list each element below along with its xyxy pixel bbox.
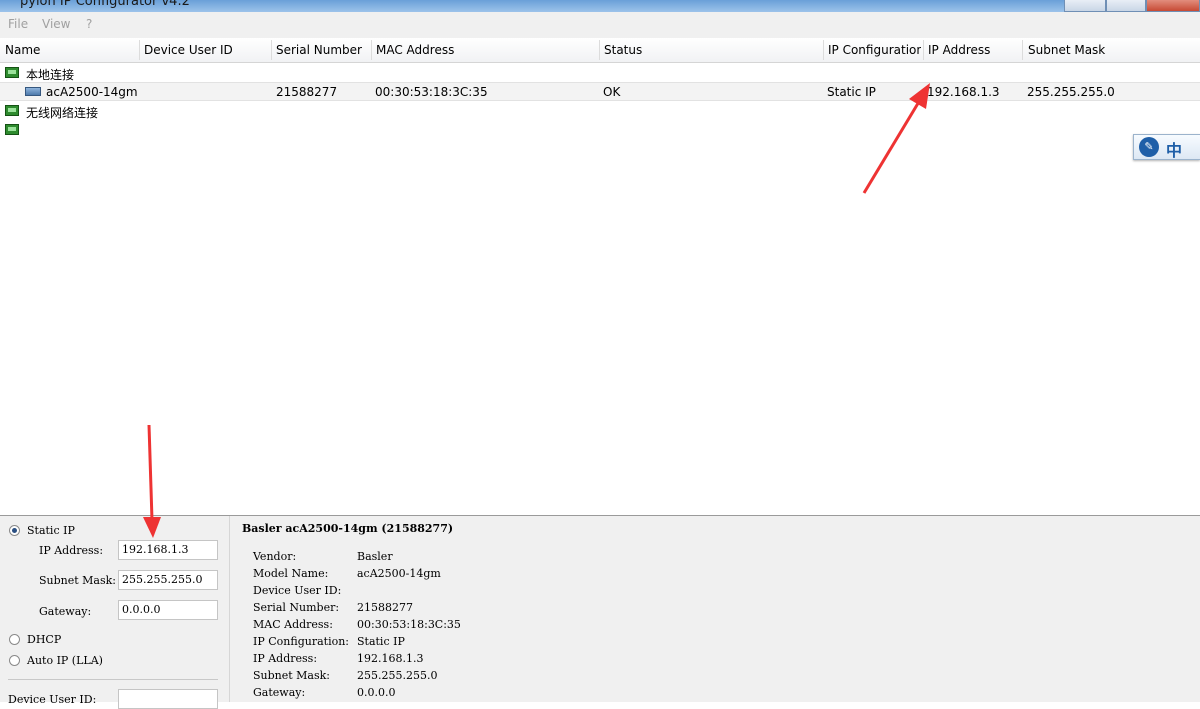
static-ip-label: Static IP: [27, 524, 75, 537]
subnet-mask-label: Subnet Mask:: [39, 574, 117, 587]
detail-key: Serial Number:: [253, 601, 340, 614]
network-adapter-icon: [5, 67, 19, 78]
minimize-button[interactable]: [1064, 0, 1106, 12]
ip-settings: Static IP IP Address: 192.168.1.3 Subnet…: [0, 516, 230, 709]
detail-key: MAC Address:: [253, 618, 333, 631]
ip-address-input[interactable]: 192.168.1.3: [118, 540, 218, 560]
auto-ip-label: Auto IP (LLA): [27, 654, 103, 667]
ip-address-label: IP Address:: [39, 544, 104, 557]
detail-value: 00:30:53:18:3C:35: [357, 618, 461, 631]
detail-value: 192.168.1.3: [357, 652, 424, 665]
auto-ip-radio[interactable]: [9, 655, 20, 666]
col-mac-address[interactable]: MAC Address: [376, 43, 598, 57]
detail-key: Vendor:: [253, 550, 297, 563]
divider: [8, 679, 218, 680]
maximize-button[interactable]: [1106, 0, 1146, 12]
menu-view[interactable]: View: [42, 17, 70, 31]
col-subnet-mask[interactable]: Subnet Mask: [1028, 43, 1188, 57]
column-header: Name Device User ID Serial Number MAC Ad…: [0, 38, 1200, 63]
detail-key: IP Configuration:: [253, 635, 349, 648]
detail-value: Basler: [357, 550, 393, 563]
detail-key: Device User ID:: [253, 584, 342, 597]
device-mac: 00:30:53:18:3C:35: [375, 85, 488, 99]
col-ip-address[interactable]: IP Address: [928, 43, 1020, 57]
device-user-id-input[interactable]: [118, 689, 218, 709]
window-title: pylon IP Configurator v4.2: [20, 0, 190, 9]
close-button[interactable]: [1146, 0, 1200, 12]
title-bar: pylon IP Configurator v4.2: [0, 0, 1200, 12]
network-adapter-icon: [5, 124, 19, 135]
adapter-row-unnamed[interactable]: [0, 121, 1200, 139]
col-device-user-id[interactable]: Device User ID: [144, 43, 270, 57]
camera-icon: [25, 87, 41, 96]
device-ip: 192.168.1.3: [927, 85, 1000, 99]
details-heading: Basler acA2500-14gm (21588277): [242, 522, 454, 535]
device-list[interactable]: Name Device User ID Serial Number MAC Ad…: [0, 38, 1200, 516]
menu-help[interactable]: ?: [86, 17, 92, 31]
gateway-label: Gateway:: [39, 605, 92, 618]
adapter-name: 无线网络连接: [26, 106, 99, 120]
detail-value: 255.255.255.0: [357, 669, 438, 682]
ime-toolbar[interactable]: ✎ 中: [1133, 134, 1200, 160]
detail-value: 0.0.0.0: [357, 686, 396, 699]
device-ip-config: Static IP: [827, 85, 876, 99]
adapter-name: 本地连接: [26, 68, 75, 82]
adapter-row-local[interactable]: 本地连接: [0, 64, 1200, 82]
detail-value: 21588277: [357, 601, 413, 614]
adapter-row-wireless[interactable]: 无线网络连接: [0, 102, 1200, 120]
detail-value: acA2500-14gm: [357, 567, 441, 580]
detail-key: Model Name:: [253, 567, 329, 580]
device-user-id-label: Device User ID:: [8, 693, 97, 706]
detail-key: Subnet Mask:: [253, 669, 331, 682]
network-adapter-icon: [5, 105, 19, 116]
menu-bar: File View ?: [0, 12, 1200, 39]
ime-language[interactable]: 中: [1166, 137, 1182, 161]
dhcp-radio[interactable]: [9, 634, 20, 645]
col-name[interactable]: Name: [5, 43, 135, 57]
device-subnet: 255.255.255.0: [1027, 85, 1115, 99]
detail-key: Gateway:: [253, 686, 306, 699]
ime-logo-icon: ✎: [1139, 137, 1159, 157]
subnet-mask-input[interactable]: 255.255.255.0: [118, 570, 218, 590]
static-ip-radio[interactable]: [9, 525, 20, 536]
device-status: OK: [603, 85, 621, 99]
gateway-input[interactable]: 0.0.0.0: [118, 600, 218, 620]
config-panel: Static IP IP Address: 192.168.1.3 Subnet…: [0, 516, 1200, 709]
menu-file[interactable]: File: [8, 17, 28, 31]
col-status[interactable]: Status: [604, 43, 822, 57]
col-ip-configuration[interactable]: IP Configuration: [828, 43, 921, 57]
detail-value: Static IP: [357, 635, 405, 648]
device-serial: 21588277: [276, 85, 338, 99]
col-serial-number[interactable]: Serial Number: [276, 43, 370, 57]
device-name: acA2500-14gm: [46, 85, 138, 99]
device-row[interactable]: acA2500-14gm 21588277 00:30:53:18:3C:35 …: [0, 82, 1200, 101]
detail-key: IP Address:: [253, 652, 318, 665]
dhcp-label: DHCP: [27, 633, 62, 646]
